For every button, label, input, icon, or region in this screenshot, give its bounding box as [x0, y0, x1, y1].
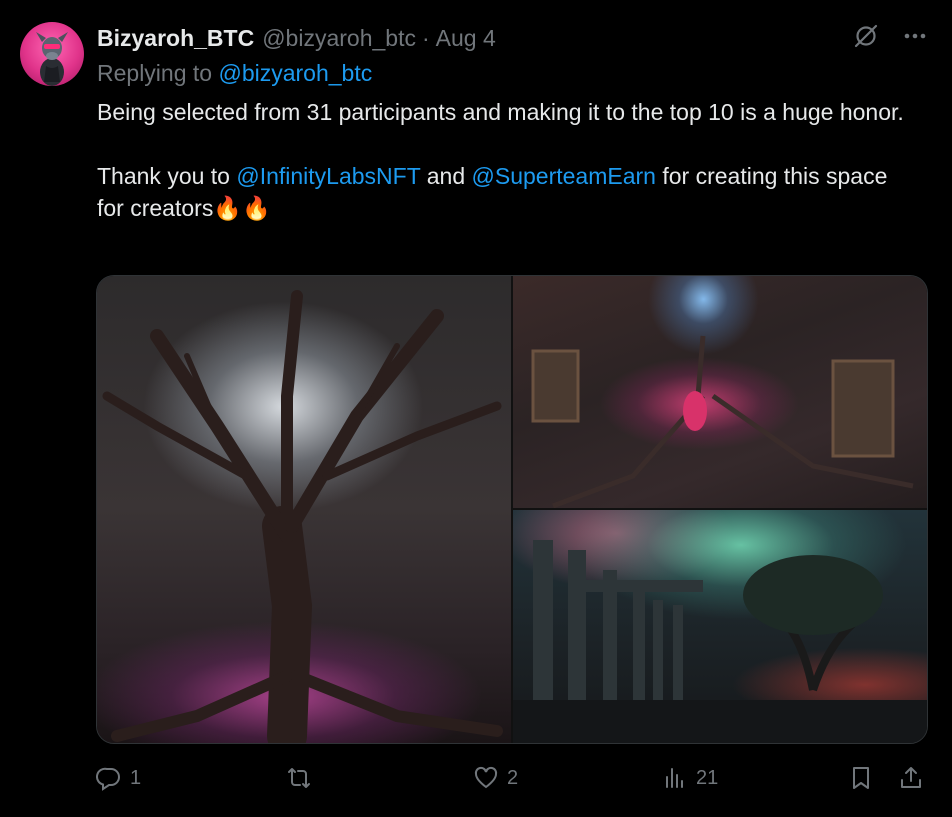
more-icon[interactable]: [902, 23, 928, 54]
top-right-actions: [852, 22, 928, 55]
heart-icon: [474, 766, 498, 789]
text-mid: and: [420, 163, 472, 189]
tweet-date[interactable]: Aug 4: [436, 25, 496, 52]
like-button[interactable]: 2: [473, 760, 518, 796]
media-image-tree[interactable]: [97, 276, 511, 743]
author-name[interactable]: Bizyaroh_BTC: [97, 25, 254, 52]
tree-illustration: [102, 290, 503, 743]
media-image-ruins[interactable]: [513, 510, 927, 743]
views-icon: [666, 768, 683, 788]
reply-button[interactable]: 1: [96, 760, 141, 796]
share-button[interactable]: [898, 760, 924, 796]
tweet-header: Bizyaroh_BTC @bizyaroh_btc · Aug 4: [97, 24, 496, 52]
replying-to-handle[interactable]: @bizyaroh_btc: [218, 60, 372, 86]
repost-icon: [288, 768, 310, 788]
ruins-illustration: [513, 540, 927, 743]
repost-button[interactable]: [286, 760, 320, 796]
tweet-text: Being selected from 31 participants and …: [97, 96, 917, 224]
share-icon: [901, 767, 921, 788]
separator-dot: ·: [421, 24, 430, 51]
action-bar: 1 2 21: [96, 760, 926, 796]
avatar[interactable]: [20, 22, 84, 86]
like-count: 2: [507, 766, 519, 789]
tweet-paragraph-1: Being selected from 31 participants and …: [97, 99, 904, 125]
media-image-room[interactable]: [513, 276, 927, 508]
room-illustration: [531, 335, 914, 508]
text-prefix: Thank you to: [97, 163, 237, 189]
replying-to-label: Replying to: [97, 60, 219, 86]
mention-infinitylabs[interactable]: @InfinityLabsNFT: [236, 163, 420, 189]
views-button[interactable]: 21: [662, 760, 718, 796]
fire-emoji: 🔥🔥: [213, 195, 271, 221]
bookmark-button[interactable]: [848, 760, 874, 796]
tweet-paragraph-2: Thank you to @InfinityLabsNFT and @Super…: [97, 160, 917, 224]
views-count: 21: [696, 766, 719, 789]
avatar-character-icon: [36, 32, 68, 86]
bookmark-icon: [853, 767, 869, 789]
reply-count: 1: [130, 766, 142, 789]
mention-superteam[interactable]: @SuperteamEarn: [472, 163, 656, 189]
media-grid: [96, 275, 928, 744]
author-handle[interactable]: @bizyaroh_btc: [262, 25, 416, 52]
reply-icon: [96, 767, 120, 791]
replying-to: Replying to @bizyaroh_btc: [97, 60, 372, 87]
grok-slash-icon[interactable]: [852, 22, 880, 55]
